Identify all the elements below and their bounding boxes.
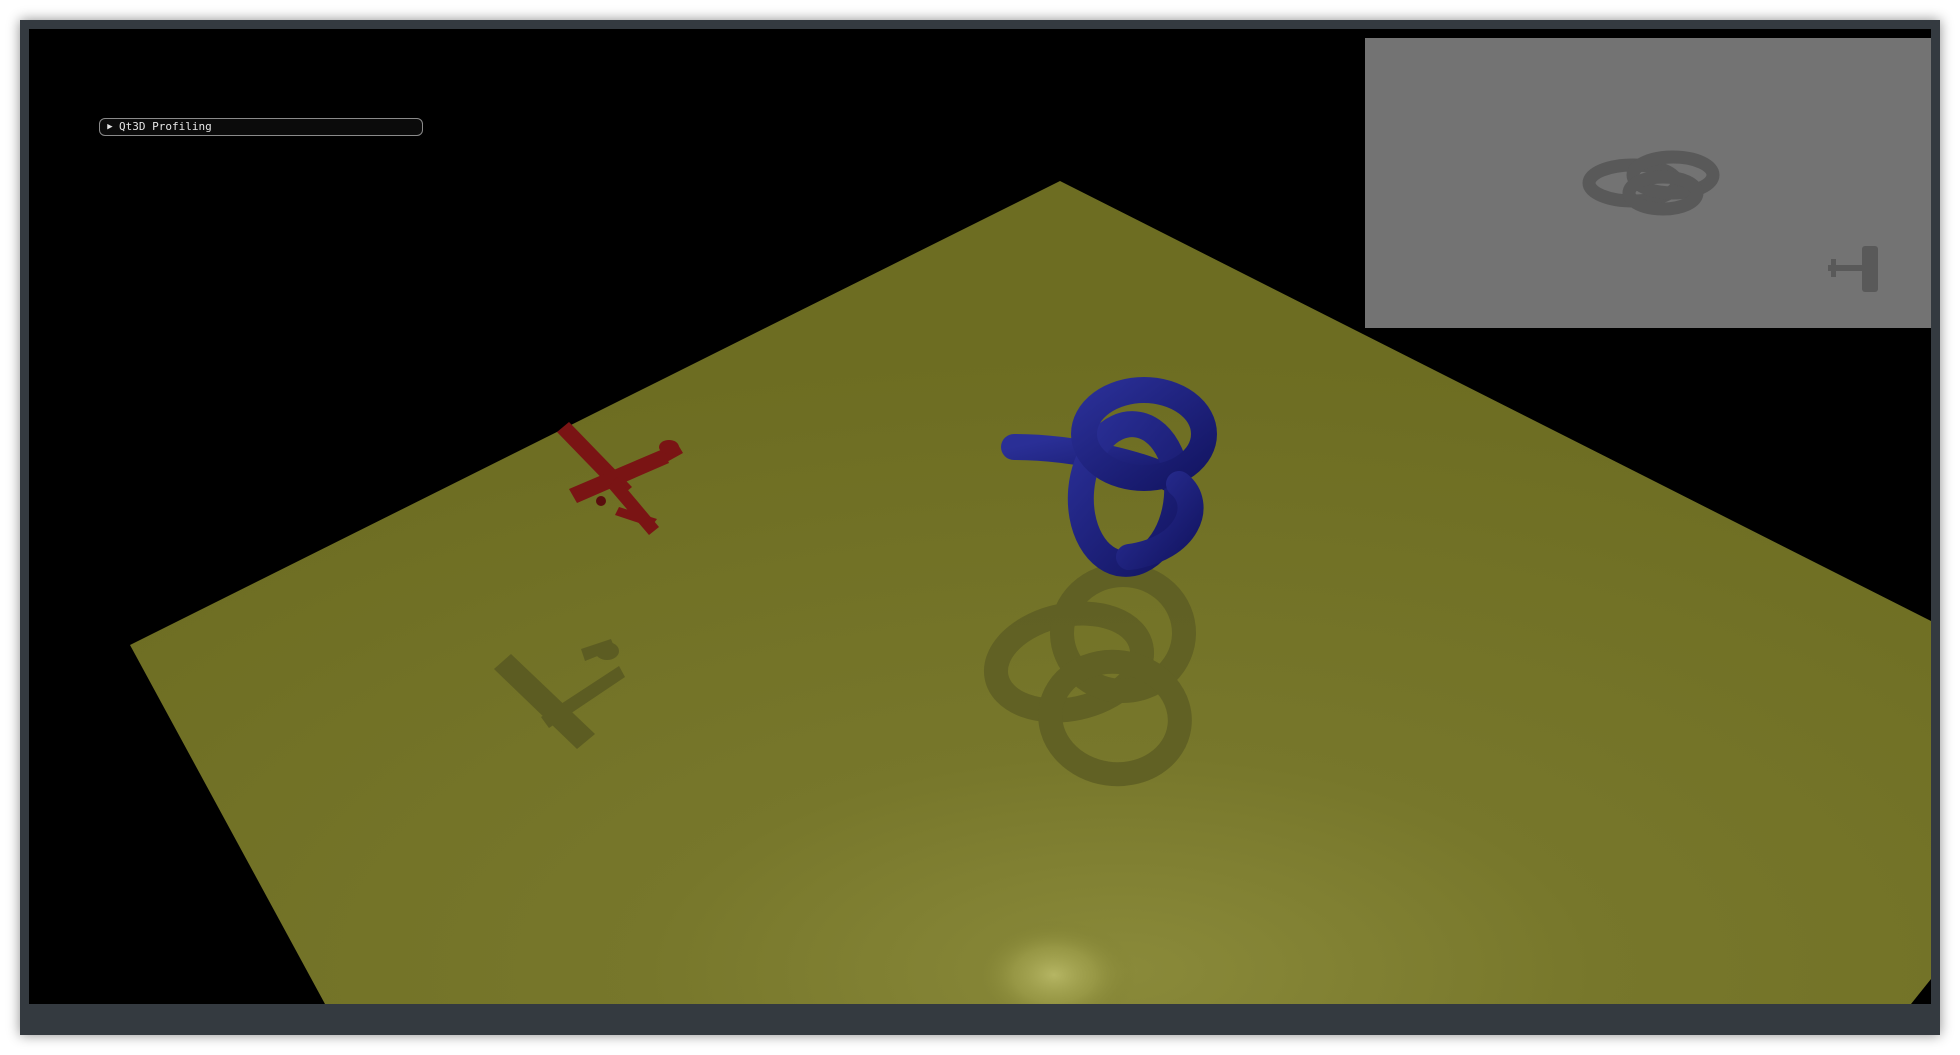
qt3d-profiling-panel-header[interactable]: ▶ Qt3D Profiling xyxy=(99,118,423,136)
profiler-label: Qt3D Profiling xyxy=(119,120,212,133)
application-window: ▶ Qt3D Profiling xyxy=(20,20,1940,1035)
triangle-right-icon[interactable]: ▶ xyxy=(104,119,116,135)
shadow-map-preview xyxy=(1365,38,1931,328)
window-bottom-bar xyxy=(20,1004,1940,1035)
3d-viewport[interactable]: ▶ Qt3D Profiling xyxy=(29,29,1931,1004)
airplane-depth-silhouette xyxy=(1828,246,1878,292)
knot-depth-silhouette xyxy=(1582,150,1720,216)
